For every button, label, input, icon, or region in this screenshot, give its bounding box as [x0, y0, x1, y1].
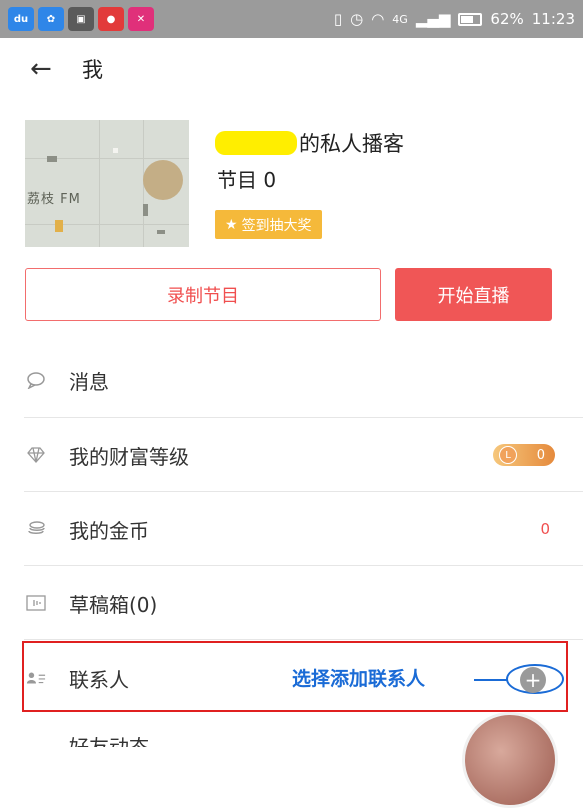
alarm-icon: ◷	[350, 10, 364, 28]
annotation-text: 选择添加联系人	[292, 668, 426, 690]
chat-bubble-icon	[26, 370, 46, 390]
podcast-cover-image[interactable]: 荔枝 FM	[25, 120, 189, 247]
system-status: ▯ ◷ ◠ 4G ▂▄▆ 62% 11:23	[334, 10, 575, 28]
menu-item-drafts[interactable]: 草稿箱(0)	[0, 566, 583, 640]
network-label: 4G	[392, 12, 408, 26]
annotation-pointer	[474, 679, 508, 681]
start-live-button[interactable]: 开始直播	[395, 268, 552, 321]
wealth-level-value: 0	[536, 447, 545, 463]
username-redacted	[215, 131, 297, 155]
coin-count: 0	[540, 520, 550, 538]
record-program-button[interactable]: 录制节目	[25, 268, 381, 321]
podcast-name: 的私人播客	[215, 128, 404, 158]
signin-label: 签到抽大奖	[241, 217, 312, 234]
add-contact-button[interactable]: +	[520, 667, 546, 693]
podcast-name-suffix: 的私人播客	[299, 132, 404, 156]
header: ← 我	[0, 38, 583, 100]
floating-avatar[interactable]	[462, 712, 558, 808]
waveform-icon	[26, 593, 46, 613]
menu-item-coins[interactable]: 我的金币 0	[0, 492, 583, 566]
profile-section: 荔枝 FM 的私人播客 节目 0 ★ 签到抽大奖	[25, 120, 565, 250]
status-bar: du ✿ ▣ ● ✕ ▯ ◷ ◠ 4G ▂▄▆ 62% 11:23	[0, 0, 583, 38]
menu-label: 我的金币	[69, 518, 149, 543]
cover-logo-text: 荔枝 FM	[27, 192, 81, 207]
menu-label: 草稿箱(0)	[69, 592, 158, 617]
vibrate-icon: ▯	[333, 10, 343, 28]
wifi-icon: ◠	[371, 10, 385, 28]
level-icon: L	[499, 446, 517, 464]
tomato-icon: ●	[98, 7, 124, 31]
wealth-level-badge: L 0	[493, 444, 555, 466]
menu-item-wealth-level[interactable]: 我的财富等级 L 0	[0, 418, 583, 492]
back-arrow-icon[interactable]: ←	[30, 54, 70, 84]
menu-item-friend-feed[interactable]: 好友动态	[69, 732, 149, 747]
baidu-paw-icon: ✿	[38, 7, 64, 31]
signin-lottery-button[interactable]: ★ 签到抽大奖	[215, 210, 322, 239]
star-icon: ★	[225, 216, 238, 233]
program-count: 节目 0	[217, 168, 277, 192]
menu-label: 我的财富等级	[69, 444, 189, 469]
gallery-icon: ▣	[68, 7, 94, 31]
coins-icon	[26, 519, 46, 539]
plus-icon: +	[524, 668, 542, 692]
baidu-cloud-icon: du	[8, 7, 34, 31]
clock: 11:23	[531, 10, 575, 28]
notification-icons: du ✿ ▣ ● ✕	[8, 7, 154, 31]
battery-icon	[458, 12, 483, 26]
diamond-icon	[26, 445, 46, 465]
battery-percent: 62%	[490, 10, 524, 28]
divider	[24, 639, 583, 640]
menu-item-messages[interactable]: 消息	[0, 343, 583, 417]
menu-label: 消息	[69, 369, 109, 394]
page-title: 我	[82, 58, 103, 82]
signal-icon: ▂▄▆	[415, 10, 451, 28]
app-k-icon: ✕	[128, 7, 154, 31]
